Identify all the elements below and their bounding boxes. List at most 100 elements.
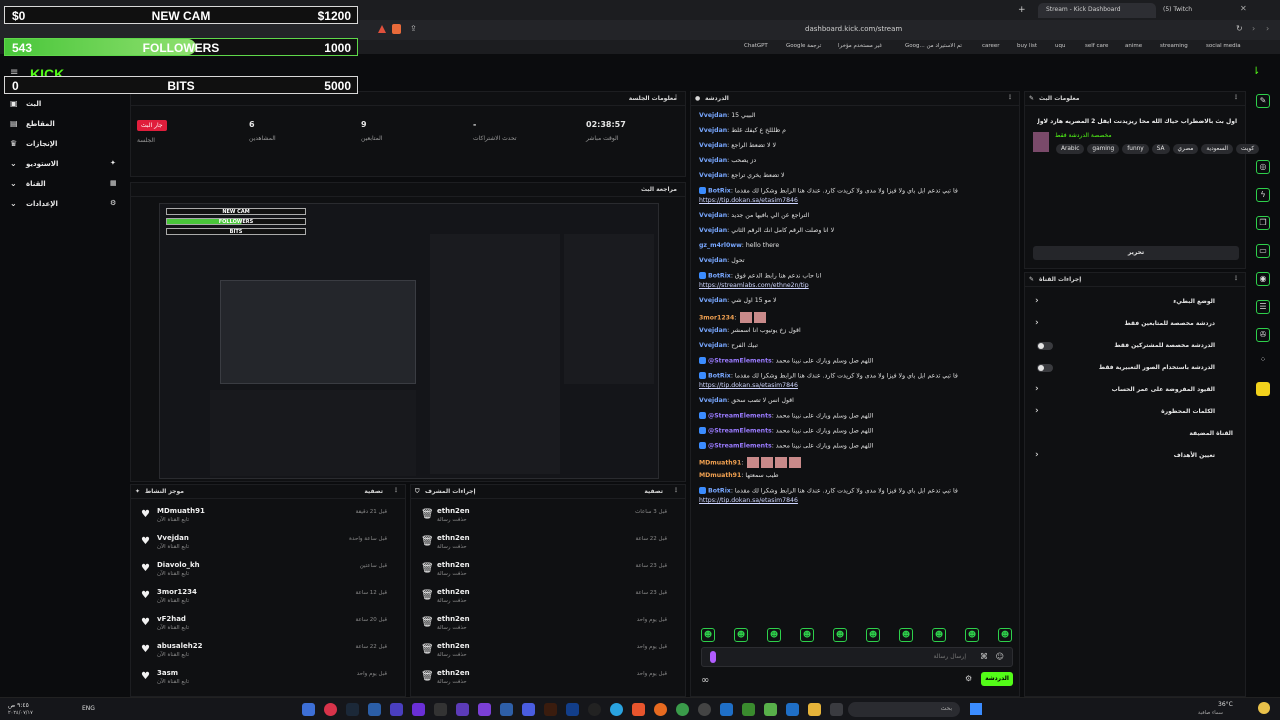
chat-link[interactable]: https://tip.dokan.sa/etasim7846 <box>699 197 1019 204</box>
user-name[interactable]: ethn2en <box>437 561 470 569</box>
broadcast-icon[interactable]: ◉ <box>1256 272 1270 286</box>
clock-time[interactable]: ٩:٤٥ ص <box>8 702 29 709</box>
list-item[interactable]: ♥ Vvejdan تابع القناة الآن قبل ساعة واحدة <box>137 532 397 558</box>
chat-username[interactable]: Vvejdan <box>699 397 727 404</box>
chat-username[interactable]: @StreamElements <box>708 358 772 365</box>
chat-username[interactable]: Vvejdan <box>699 127 727 134</box>
user-name[interactable]: ethn2en <box>437 534 470 542</box>
chat-username[interactable]: gz_m4rl0ww <box>699 242 742 249</box>
emoji-icon[interactable]: ☺ <box>996 652 1004 661</box>
list-item[interactable]: ♥ vF2had تابع القناة الآن قبل 20 ساعة <box>137 613 397 639</box>
sidebar-item-clips[interactable]: ▤ المقاطع <box>0 116 125 134</box>
panel-menu-icon[interactable]: ⋮ <box>1007 94 1013 101</box>
chat-bubble-icon[interactable]: ▭ <box>1256 244 1270 258</box>
chat-link[interactable]: https://tip.dokan.sa/etasim7846 <box>699 382 1019 389</box>
chat-message[interactable]: BotRix: فا تبي تدعم ابل باي ولا فيزا ولا… <box>699 487 1019 495</box>
user-name[interactable]: Diavolo_kh <box>157 561 200 569</box>
chrome-icon[interactable] <box>676 703 689 716</box>
list-item[interactable]: ♥ Diavolo_kh تابع القناة الآن قبل ساعتين <box>137 559 397 585</box>
channel-action-item[interactable]: دردشة مخصصة للمتابعين فقط › <box>1031 317 1237 335</box>
list-item[interactable]: ♥ abusaleh22 تابع القناة الآن قبل 22 ساعة <box>137 640 397 666</box>
app-icon[interactable] <box>434 703 447 716</box>
reload-icon[interactable]: ↻ <box>1236 24 1243 33</box>
url-field[interactable]: dashboard.kick.com/stream <box>805 25 902 33</box>
taskbar-search[interactable]: بحث <box>848 702 960 717</box>
user-name[interactable]: abusaleh22 <box>157 642 202 650</box>
user-name[interactable]: 3mor1234 <box>157 588 197 596</box>
collapse-icon[interactable]: ⇂ <box>1252 66 1260 77</box>
copy-icon[interactable]: ❐ <box>1256 216 1270 230</box>
back-icon[interactable]: › <box>1252 24 1255 33</box>
chat-username[interactable]: BotRix <box>708 373 731 380</box>
emote-icon[interactable]: ☻ <box>833 628 847 642</box>
list-item[interactable]: 🗑 ethn2en حذفت رسالة قبل 23 ساعة <box>417 559 677 585</box>
chat-username[interactable]: Vvejdan <box>699 327 727 334</box>
visual-studio-icon[interactable] <box>500 703 513 716</box>
bookmark-item[interactable]: uqu <box>1055 43 1065 49</box>
emote-icon[interactable]: ☻ <box>932 628 946 642</box>
app-icon[interactable] <box>412 703 425 716</box>
app-icon[interactable] <box>324 703 337 716</box>
chat-username[interactable]: Vvejdan <box>699 297 727 304</box>
chat-username[interactable]: Vvejdan <box>699 227 727 234</box>
lightning-icon[interactable]: ϟ <box>1256 188 1270 202</box>
infinity-icon[interactable]: ∞ <box>701 675 709 686</box>
chat-message[interactable]: gz_m4rl0ww: hello there <box>699 242 1019 249</box>
filter-button[interactable]: تصفية <box>364 488 383 495</box>
bookmark-item[interactable]: self care <box>1085 43 1108 49</box>
user-name[interactable]: ethn2en <box>437 669 470 677</box>
app-icon[interactable] <box>390 703 403 716</box>
mic-icon[interactable] <box>710 651 716 663</box>
chat-message[interactable]: Vvejdan: البيبي 15 <box>699 112 1019 119</box>
weather-temp[interactable]: 36°C <box>1218 701 1233 708</box>
chat-message[interactable]: @StreamElements: اللهم صل وسلم وبارك على… <box>699 357 1019 365</box>
channel-action-item[interactable]: الوضع البطيء › <box>1031 295 1237 313</box>
chat-message[interactable]: @StreamElements: اللهم صل وسلم وبارك على… <box>699 427 1019 435</box>
chat-username[interactable]: 3mor1234 <box>699 315 734 322</box>
chat-message[interactable]: Vvejdan: لا انا وصلت الرقم كامل انك الرق… <box>699 227 1019 234</box>
app-icon[interactable] <box>478 703 491 716</box>
brave-icon[interactable] <box>632 703 645 716</box>
chat-username[interactable]: Vvejdan <box>699 172 727 179</box>
emote-icon[interactable]: ☻ <box>998 628 1012 642</box>
new-tab-icon[interactable]: + <box>1018 5 1026 15</box>
toggle-switch[interactable] <box>1037 364 1053 372</box>
pencil-icon[interactable]: ✎ <box>1256 94 1270 108</box>
chat-message[interactable]: Vvejdan: لا تضعط يخري تراجع <box>699 172 1019 179</box>
steam-icon[interactable] <box>346 703 359 716</box>
tab-twitch[interactable]: (5) Twitch <box>1155 3 1235 18</box>
emote-icon[interactable]: ☻ <box>800 628 814 642</box>
panel-menu-icon[interactable]: ⋮ <box>393 487 399 494</box>
chat-username[interactable]: Vvejdan <box>699 157 727 164</box>
forward-icon[interactable]: › <box>1266 24 1269 33</box>
emote-icon[interactable]: ☻ <box>866 628 880 642</box>
outlook-icon[interactable] <box>786 703 799 716</box>
channel-action-item[interactable]: تعيين الأهداف › <box>1031 449 1237 467</box>
chat-message[interactable]: Vvejdan: لا لا تضعط الراجع <box>699 142 1019 149</box>
bookmark-item[interactable]: buy list <box>1017 43 1037 49</box>
chat-message[interactable]: BotRix: فا تبي تدعم ابل باي ولا فيزا ولا… <box>699 372 1019 380</box>
panel-menu-icon[interactable]: ⋮ <box>673 487 679 494</box>
list-item[interactable]: ♥ 3asm تابع القناة الآن قبل يوم واحد <box>137 667 397 693</box>
filter-button[interactable]: تصفية <box>644 488 663 495</box>
brave-rewards-icon[interactable] <box>378 25 386 33</box>
chat-username[interactable]: MDmuath91 <box>699 460 741 467</box>
stream-preview-video[interactable]: NEW CAM FOLLOWERS BITS <box>159 203 659 479</box>
chat-message[interactable]: Vvejdan: اقول زخ يوتيوب انا اسمشر <box>699 327 1019 334</box>
clock-date[interactable]: ٢٠٢٤/٠٧/١٧ <box>8 710 33 716</box>
bookmark-item[interactable]: social media <box>1206 43 1241 49</box>
chat-input-box[interactable]: إرسال رسالة ⌘ ☺ <box>701 647 1013 667</box>
app-icon[interactable] <box>368 703 381 716</box>
telegram-icon[interactable] <box>610 703 623 716</box>
app-icon[interactable] <box>764 703 777 716</box>
list-item[interactable]: 🗑 ethn2en حذفت رسالة قبل يوم واحد <box>417 640 677 666</box>
gear-icon[interactable]: ⚙ <box>965 674 972 683</box>
language-indicator[interactable]: ENG <box>82 705 95 712</box>
user-name[interactable]: ethn2en <box>437 588 470 596</box>
sidebar-item-achievements[interactable]: ♛ الإنجازات <box>0 136 125 154</box>
bookmark-item[interactable]: Goog... تم الاستيراد من <box>905 43 962 49</box>
emote-icon[interactable]: ☻ <box>767 628 781 642</box>
list-item[interactable]: ♥ 3mor1234 تابع القناة الآن قبل 12 ساعة <box>137 586 397 612</box>
user-name[interactable]: ethn2en <box>437 615 470 623</box>
emote-icon[interactable]: ☻ <box>701 628 715 642</box>
